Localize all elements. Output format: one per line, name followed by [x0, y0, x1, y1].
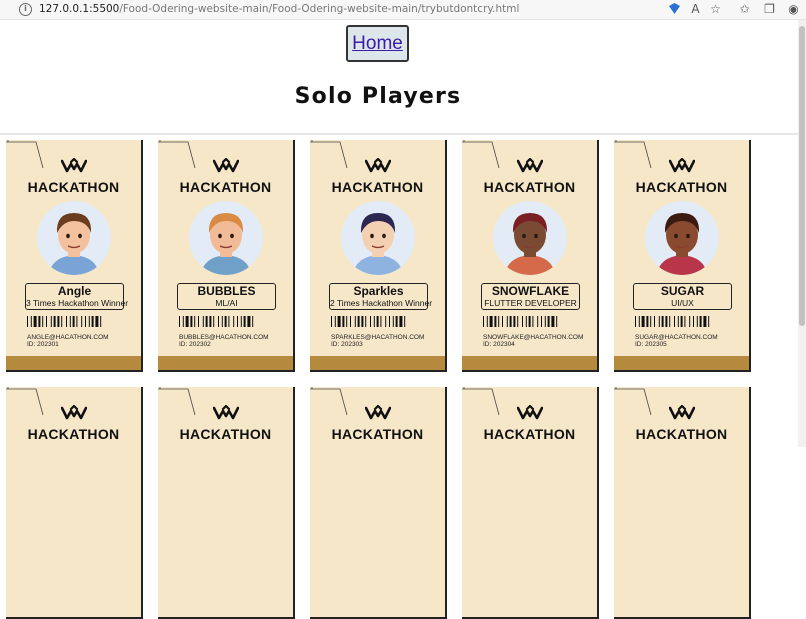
card-bottom-strip [462, 356, 597, 370]
player-name: BUBBLES [197, 284, 256, 298]
player-name-box: SUGAR UI/UX [633, 283, 732, 310]
card-corner-fold [614, 140, 652, 169]
player-role: UI/UX [671, 298, 694, 308]
hackathon-logo-icon [60, 158, 87, 173]
card-corner-fold [310, 140, 348, 169]
hackathon-logo-icon [364, 405, 391, 420]
card-corner-fold [462, 140, 500, 169]
player-card: HACKATHON [462, 387, 599, 619]
player-name: Sparkles [353, 284, 404, 298]
hackathon-logo-icon [516, 158, 543, 173]
card-brand: HACKATHON [483, 179, 576, 195]
card-corner-fold [158, 140, 196, 169]
url-path: /Food-Odering-website-main/Food-Odering-… [119, 3, 520, 15]
player-avatar [644, 201, 719, 275]
player-role: 3 Times Hackathon Winner [26, 298, 129, 308]
card-brand: HACKATHON [331, 179, 424, 195]
player-email: SPARKLES@HACATHON.COM [331, 334, 425, 341]
barcode [27, 316, 102, 327]
favorite-add-icon[interactable]: ☆ [708, 2, 723, 17]
card-corner-fold [158, 387, 196, 416]
card-bottom-strip [310, 356, 445, 370]
divider [0, 133, 798, 135]
player-card: HACKATHON [158, 387, 295, 619]
player-name-box: BUBBLES ML/AI [177, 283, 276, 310]
hackathon-logo-icon [668, 158, 695, 173]
barcode [635, 316, 710, 327]
player-email: SNOWFLAKE@HACATHON.COM [483, 334, 584, 341]
player-avatar [188, 201, 263, 275]
hackathon-logo-icon [364, 158, 391, 173]
barcode [483, 316, 558, 327]
barcode [331, 316, 406, 327]
hackathon-logo-icon [212, 405, 239, 420]
site-info-icon[interactable]: i [19, 3, 32, 16]
player-role: ML/AI [215, 298, 238, 308]
vertical-scrollbar[interactable] [798, 20, 806, 447]
hackathon-logo-icon [212, 158, 239, 173]
read-aloud-icon[interactable]: A [688, 2, 703, 17]
player-id: ID: 202301 [27, 341, 59, 348]
card-brand: HACKATHON [483, 426, 576, 442]
card-brand: HACKATHON [27, 426, 120, 442]
scrollbar-thumb[interactable] [799, 26, 805, 326]
hackathon-logo-icon [516, 405, 543, 420]
player-name-box: Angle 3 Times Hackathon Winner [25, 283, 129, 310]
player-card: HACKATHON BUBBLES ML/AI BUBBLES@HACATHON.CO… [158, 140, 295, 372]
extension-icon[interactable] [667, 2, 682, 17]
player-card: HACKATHON [614, 387, 751, 619]
home-link[interactable]: Home [352, 33, 403, 55]
player-name-box: SNOWFLAKE FLUTTER DEVELOPER [481, 283, 580, 310]
player-email: ANGLE@HACATHON.COM [27, 334, 109, 341]
player-email: SUGAR@HACATHON.COM [635, 334, 718, 341]
player-name: SNOWFLAKE [491, 284, 570, 298]
player-avatar [492, 201, 567, 275]
collections-icon[interactable]: ❐ [762, 2, 777, 17]
card-corner-fold [462, 387, 500, 416]
home-button[interactable]: Home [346, 25, 409, 62]
player-card: HACKATHON Sparkles 2 Times Hackathon Winne… [310, 140, 447, 372]
card-corner-fold [6, 387, 44, 416]
favorites-icon[interactable]: ✩ [737, 2, 752, 17]
card-brand: HACKATHON [635, 426, 728, 442]
card-corner-fold [614, 387, 652, 416]
player-card: HACKATHON [310, 387, 447, 619]
hackathon-logo-icon [668, 405, 695, 420]
player-card: HACKATHON Angle 3 Times Hackathon Winner AN… [6, 140, 143, 372]
card-brand: HACKATHON [331, 426, 424, 442]
player-avatar [340, 201, 415, 275]
card-bottom-strip [614, 356, 749, 370]
player-card: HACKATHON SNOWFLAKE FLUTTER DEVELOPER SNOWF… [462, 140, 599, 372]
hackathon-logo-icon [60, 405, 87, 420]
browser-toolbar: i 127.0.0.1:5500/Food-Odering-website-ma… [0, 0, 806, 20]
card-corner-fold [6, 140, 44, 169]
card-brand: HACKATHON [635, 179, 728, 195]
address-bar[interactable]: 127.0.0.1:5500/Food-Odering-website-main… [39, 3, 519, 15]
player-role: 2 Times Hackathon Winner [330, 298, 433, 308]
url-host: 127.0.0.1:5500 [39, 3, 120, 15]
player-id: ID: 202303 [331, 341, 363, 348]
player-email: BUBBLES@HACATHON.COM [179, 334, 269, 341]
card-brand: HACKATHON [179, 179, 272, 195]
page-title: Solo Players [294, 84, 462, 109]
card-brand: HACKATHON [179, 426, 272, 442]
player-id: ID: 202305 [635, 341, 667, 348]
player-id: ID: 202302 [179, 341, 211, 348]
card-bottom-strip [158, 356, 293, 370]
player-card: HACKATHON [6, 387, 143, 619]
player-name: Angle [57, 284, 92, 298]
card-brand: HACKATHON [27, 179, 120, 195]
player-id: ID: 202304 [483, 341, 515, 348]
card-corner-fold [310, 387, 348, 416]
card-bottom-strip [6, 356, 141, 370]
player-card: HACKATHON SUGAR UI/UX SUGAR@HACATHON.COM ID:… [614, 140, 751, 372]
player-name: SUGAR [660, 284, 705, 298]
barcode [179, 316, 254, 327]
player-avatar [36, 201, 111, 275]
profile-icon[interactable]: ◉ [786, 2, 801, 17]
player-role: FLUTTER DEVELOPER [484, 298, 577, 308]
player-name-box: Sparkles 2 Times Hackathon Winner [329, 283, 433, 310]
